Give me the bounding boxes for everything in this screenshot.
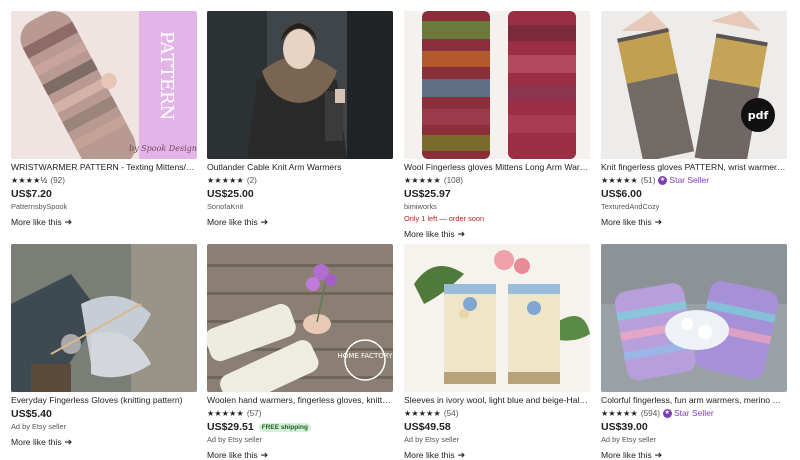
arrow-right-icon: ➔	[260, 450, 269, 460]
star-seller-icon	[662, 409, 672, 418]
more-like-this-link[interactable]: More like this ➔	[601, 217, 662, 228]
listing-image[interactable]: HOME FACTORY	[207, 244, 393, 392]
listing-rating: ★★★★★ (108)	[404, 175, 590, 186]
low-stock-notice: Only 1 left — order soon	[404, 214, 485, 223]
review-count: (108)	[443, 176, 463, 185]
review-count: (57)	[246, 409, 262, 418]
ad-label: Ad by Etsy seller	[601, 435, 657, 444]
arrow-right-icon: ➔	[457, 450, 466, 460]
listing-card[interactable]: HOME FACTORY Woolen hand warmers, finger…	[207, 244, 393, 460]
arrow-right-icon: ➔	[64, 217, 73, 227]
listing-price: US$39.00	[601, 421, 648, 433]
shop-name: bimiworks	[404, 202, 437, 211]
review-count: (92)	[50, 176, 65, 185]
home-factory-logo: HOME FACTORY	[338, 352, 393, 360]
listing-price: US$7.20	[11, 188, 52, 200]
star-rating-icon: ★★★★★	[207, 176, 244, 185]
star-rating-icon: ★★★★★	[404, 176, 441, 185]
more-like-this-link[interactable]: More like this ➔	[11, 217, 72, 228]
listing-card[interactable]: Colorful fingerless, fun arm warmers, me…	[601, 244, 787, 460]
listing-rating: ★★★★★ (594) Star Seller	[601, 408, 787, 419]
pattern-overlay-text: PATTERN	[156, 31, 177, 120]
listing-card[interactable]: Sleeves in ivory wool, light blue and be…	[404, 244, 590, 460]
listing-title[interactable]: Woolen hand warmers, fingerless gloves, …	[207, 395, 393, 406]
more-like-this-link[interactable]: More like this ➔	[11, 437, 72, 448]
listing-card[interactable]: PATTERN by Spook Designs WRISTWARMER PAT…	[11, 11, 197, 230]
star-seller-badge: Star Seller	[658, 175, 709, 186]
listing-card[interactable]: Everyday Fingerless Gloves (knitting pat…	[11, 244, 197, 450]
listing-title[interactable]: Wool Fingerless gloves Mittens Long Arm …	[404, 162, 590, 173]
listing-image[interactable]	[207, 11, 393, 159]
listing-rating: ★★★★★ (2)	[207, 175, 393, 186]
arrow-right-icon: ➔	[64, 437, 73, 447]
shop-name: PatternsbySpook	[11, 202, 68, 211]
listing-image[interactable]	[404, 11, 590, 159]
arrow-right-icon: ➔	[457, 229, 466, 239]
ad-label: Ad by Etsy seller	[404, 435, 460, 444]
review-count: (54)	[443, 409, 459, 418]
pdf-badge: pdf	[748, 109, 769, 122]
star-rating-icon: ★★★★★	[207, 409, 244, 418]
listing-price: US$5.40	[11, 408, 52, 420]
listing-card[interactable]: Wool Fingerless gloves Mittens Long Arm …	[404, 11, 590, 242]
listing-price: US$25.00	[207, 188, 254, 200]
listing-title[interactable]: WRISTWARMER PATTERN - Texting Mittens/Fi…	[11, 162, 197, 173]
star-seller-badge: Star Seller	[662, 408, 714, 419]
arrow-right-icon: ➔	[260, 217, 269, 227]
star-seller-icon	[658, 176, 668, 185]
listing-title[interactable]: Sleeves in ivory wool, light blue and be…	[404, 395, 590, 406]
listing-rating: ★★★★★ (57)	[207, 408, 393, 419]
arrow-right-icon: ➔	[654, 217, 663, 227]
star-rating-icon: ★★★★★	[601, 176, 638, 185]
listing-image[interactable]	[11, 244, 197, 392]
star-rating-icon: ★★★★½	[11, 176, 48, 185]
listing-rating: ★★★★★ (51) Star Seller	[601, 175, 787, 186]
listing-title[interactable]: Knit fingerless gloves PATTERN, wrist wa…	[601, 162, 787, 173]
svg-text:by Spook Designs: by Spook Designs	[129, 144, 197, 153]
listing-card[interactable]: Outlander Cable Knit Arm Warmers ★★★★★ (…	[207, 11, 393, 230]
listing-title[interactable]: Outlander Cable Knit Arm Warmers	[207, 162, 393, 173]
more-like-this-link[interactable]: More like this ➔	[207, 217, 268, 228]
shop-name: SonofaKnit	[207, 202, 244, 211]
listing-title[interactable]: Everyday Fingerless Gloves (knitting pat…	[11, 395, 197, 406]
more-like-this-link[interactable]: More like this ➔	[601, 450, 662, 460]
review-count: (594)	[640, 409, 660, 418]
review-count: (2)	[246, 176, 257, 185]
more-like-this-link[interactable]: More like this ➔	[207, 450, 268, 460]
listing-image[interactable]: pdf	[601, 11, 787, 159]
ad-label: Ad by Etsy seller	[11, 422, 67, 431]
listing-card[interactable]: pdf Knit fingerless gloves PATTERN, wris…	[601, 11, 787, 230]
listing-price: US$6.00	[601, 188, 642, 200]
listing-price: US$25.97	[404, 188, 451, 200]
listing-price: US$29.51	[207, 421, 254, 433]
listing-image[interactable]: PATTERN by Spook Designs	[11, 11, 197, 159]
free-shipping-badge: FREE shipping	[258, 423, 311, 432]
listing-rating: ★★★★★ (54)	[404, 408, 590, 419]
listing-image[interactable]	[601, 244, 787, 392]
listing-rating: ★★★★½ (92)	[11, 175, 197, 186]
more-like-this-link[interactable]: More like this ➔	[404, 450, 465, 460]
more-like-this-link[interactable]: More like this ➔	[404, 229, 465, 240]
arrow-right-icon: ➔	[654, 450, 663, 460]
listing-image[interactable]	[404, 244, 590, 392]
listing-price: US$49.58	[404, 421, 451, 433]
star-rating-icon: ★★★★★	[404, 409, 441, 418]
ad-label: Ad by Etsy seller	[207, 435, 263, 444]
listing-title[interactable]: Colorful fingerless, fun arm warmers, me…	[601, 395, 787, 406]
shop-name: TexturedAndCozy	[601, 202, 660, 211]
review-count: (51)	[640, 176, 656, 185]
star-rating-icon: ★★★★★	[601, 409, 638, 418]
